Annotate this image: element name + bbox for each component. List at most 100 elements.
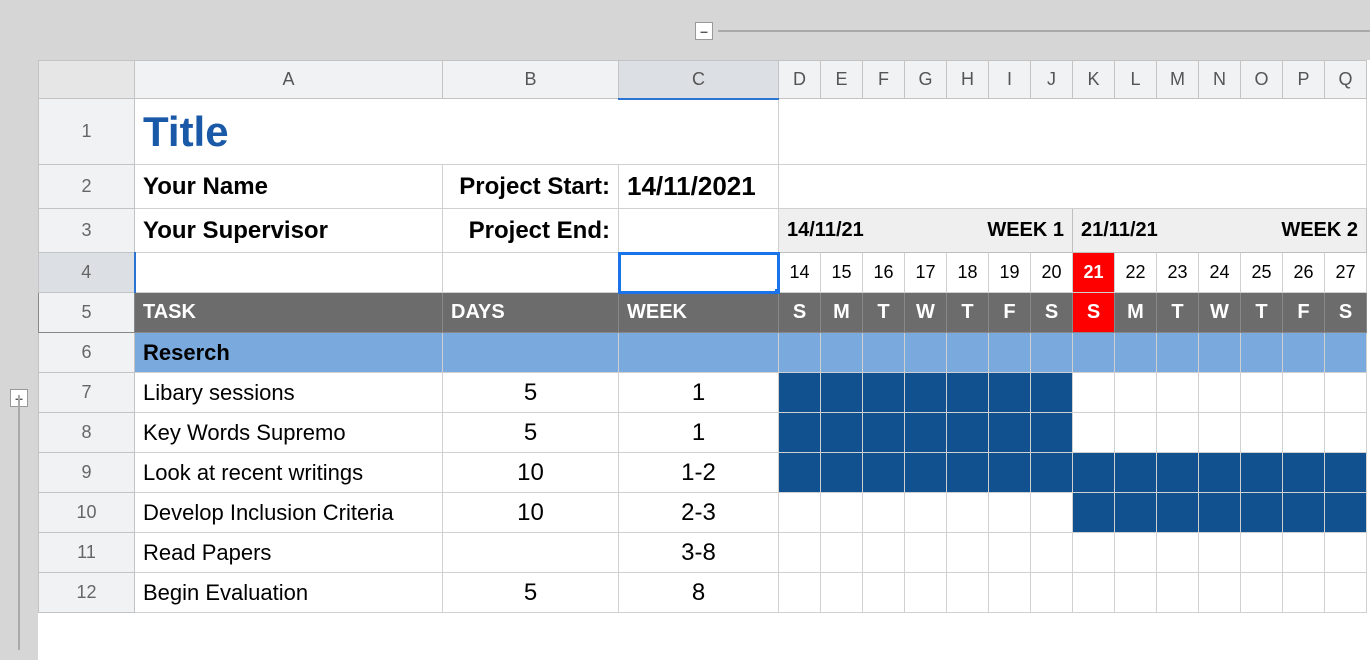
cell[interactable]: [619, 333, 779, 373]
gantt-cell[interactable]: [1325, 533, 1367, 573]
gantt-cell[interactable]: [779, 493, 821, 533]
dow[interactable]: T: [947, 293, 989, 333]
col-header-A[interactable]: A: [135, 61, 443, 99]
gantt-cell[interactable]: [905, 533, 947, 573]
gantt-cell[interactable]: [1115, 373, 1157, 413]
gantt-cell[interactable]: [821, 453, 863, 493]
dow[interactable]: S: [1325, 293, 1367, 333]
gantt-cell[interactable]: [821, 493, 863, 533]
gantt-cell[interactable]: [1115, 573, 1157, 613]
header-week[interactable]: WEEK: [619, 293, 779, 333]
gantt-cell[interactable]: [1199, 493, 1241, 533]
your-supervisor-label[interactable]: Your Supervisor: [135, 209, 443, 253]
dow[interactable]: T: [1157, 293, 1199, 333]
daynum[interactable]: 23: [1157, 253, 1199, 293]
dow[interactable]: S: [779, 293, 821, 333]
gantt-cell[interactable]: [1283, 373, 1325, 413]
row-header-2[interactable]: 2: [39, 165, 135, 209]
gantt-cell[interactable]: [1199, 413, 1241, 453]
daynum-today[interactable]: 21: [1073, 253, 1115, 293]
col-header-G[interactable]: G: [905, 61, 947, 99]
gantt-cell[interactable]: [863, 333, 905, 373]
daynum[interactable]: 24: [1199, 253, 1241, 293]
task-days[interactable]: 10: [443, 493, 619, 533]
gantt-cell[interactable]: [779, 533, 821, 573]
task-days[interactable]: 5: [443, 373, 619, 413]
gantt-cell[interactable]: [1031, 493, 1073, 533]
title-cell[interactable]: Title: [135, 99, 779, 165]
daynum[interactable]: 22: [1115, 253, 1157, 293]
gantt-cell[interactable]: [1031, 453, 1073, 493]
gantt-cell[interactable]: [1241, 333, 1283, 373]
dow[interactable]: T: [1241, 293, 1283, 333]
task-days[interactable]: [443, 533, 619, 573]
gantt-cell[interactable]: [821, 573, 863, 613]
col-header-K[interactable]: K: [1073, 61, 1115, 99]
task-name[interactable]: Libary sessions: [135, 373, 443, 413]
row-header-8[interactable]: 8: [39, 413, 135, 453]
row-header-6[interactable]: 6: [39, 333, 135, 373]
gantt-cell[interactable]: [1283, 533, 1325, 573]
col-header-Q[interactable]: Q: [1325, 61, 1367, 99]
row-header-11[interactable]: 11: [39, 533, 135, 573]
row-header-9[interactable]: 9: [39, 453, 135, 493]
dow[interactable]: W: [905, 293, 947, 333]
cell-B4[interactable]: [443, 253, 619, 293]
gantt-cell[interactable]: [1115, 413, 1157, 453]
gantt-cell[interactable]: [1241, 533, 1283, 573]
spreadsheet-grid[interactable]: A B C D E F G H I J K L M N O P Q 1 Titl…: [38, 60, 1370, 660]
col-header-M[interactable]: M: [1157, 61, 1199, 99]
col-header-J[interactable]: J: [1031, 61, 1073, 99]
daynum[interactable]: 27: [1325, 253, 1367, 293]
project-end-label[interactable]: Project End:: [443, 209, 619, 253]
dow[interactable]: S: [1031, 293, 1073, 333]
task-days[interactable]: 5: [443, 413, 619, 453]
header-days[interactable]: DAYS: [443, 293, 619, 333]
gantt-cell[interactable]: [1157, 453, 1199, 493]
gantt-cell[interactable]: [1241, 373, 1283, 413]
gantt-cell[interactable]: [1199, 333, 1241, 373]
daynum[interactable]: 14: [779, 253, 821, 293]
daynum[interactable]: 18: [947, 253, 989, 293]
gantt-cell[interactable]: [1199, 453, 1241, 493]
gantt-cell[interactable]: [1241, 493, 1283, 533]
cell[interactable]: [443, 333, 619, 373]
gantt-cell[interactable]: [863, 533, 905, 573]
gantt-cell[interactable]: [947, 533, 989, 573]
gantt-cell[interactable]: [905, 493, 947, 533]
gantt-cell[interactable]: [1031, 413, 1073, 453]
gantt-cell[interactable]: [863, 373, 905, 413]
row-header-10[interactable]: 10: [39, 493, 135, 533]
project-end-value[interactable]: [619, 209, 779, 253]
gantt-cell[interactable]: [1325, 333, 1367, 373]
gantt-cell[interactable]: [1073, 413, 1115, 453]
gantt-cell[interactable]: [779, 453, 821, 493]
gantt-cell[interactable]: [947, 493, 989, 533]
cell[interactable]: [779, 165, 1367, 209]
col-header-I[interactable]: I: [989, 61, 1031, 99]
gantt-cell[interactable]: [1157, 413, 1199, 453]
gantt-cell[interactable]: [1073, 493, 1115, 533]
gantt-cell[interactable]: [905, 413, 947, 453]
gantt-cell[interactable]: [1031, 333, 1073, 373]
gantt-cell[interactable]: [1283, 493, 1325, 533]
daynum[interactable]: 17: [905, 253, 947, 293]
gantt-cell[interactable]: [863, 453, 905, 493]
gantt-cell[interactable]: [989, 573, 1031, 613]
gantt-cell[interactable]: [1199, 533, 1241, 573]
gantt-cell[interactable]: [779, 373, 821, 413]
gantt-cell[interactable]: [1325, 573, 1367, 613]
gantt-cell[interactable]: [779, 573, 821, 613]
project-start-value[interactable]: 14/11/2021: [619, 165, 779, 209]
row-header-7[interactable]: 7: [39, 373, 135, 413]
gantt-cell[interactable]: [821, 413, 863, 453]
col-header-C[interactable]: C: [619, 61, 779, 99]
col-header-N[interactable]: N: [1199, 61, 1241, 99]
gantt-cell[interactable]: [1115, 493, 1157, 533]
task-week[interactable]: 1: [619, 373, 779, 413]
gantt-cell[interactable]: [905, 373, 947, 413]
gantt-cell[interactable]: [1157, 573, 1199, 613]
col-header-H[interactable]: H: [947, 61, 989, 99]
task-days[interactable]: 5: [443, 573, 619, 613]
gantt-cell[interactable]: [947, 333, 989, 373]
